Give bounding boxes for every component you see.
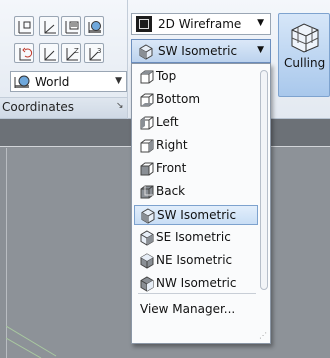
ucs-icon[interactable] xyxy=(14,16,34,36)
view-item-se-isometric[interactable]: SE Isometric xyxy=(134,228,258,248)
wireframe-cube-icon xyxy=(291,23,319,53)
view-item-right[interactable]: Right xyxy=(134,136,258,156)
svg-text:Z: Z xyxy=(74,47,79,55)
left-view-icon xyxy=(140,116,154,130)
view-item-label: Top xyxy=(156,69,177,83)
dropdown-scrollbar[interactable] xyxy=(260,70,268,290)
ucs-x-icon[interactable] xyxy=(39,43,59,63)
top-view-icon xyxy=(140,70,154,84)
view-combo[interactable]: SW Isometric ▼ xyxy=(131,39,271,63)
chevron-down-icon: ▼ xyxy=(257,18,264,28)
chevron-down-icon: ▼ xyxy=(115,76,122,86)
view-dropdown: Top Bottom Left Right Front Back SW Isom… xyxy=(131,63,271,344)
visual-style-value: 2D Wireframe xyxy=(158,17,242,31)
ucs-combo-value: World xyxy=(35,75,70,89)
ucs-origin-icon[interactable] xyxy=(39,16,59,36)
view-item-sw-isometric[interactable]: SW Isometric xyxy=(134,205,258,225)
view-item-bottom[interactable]: Bottom xyxy=(134,90,258,110)
se-isometric-icon xyxy=(140,230,154,246)
ucs-previous-icon[interactable] xyxy=(14,43,34,63)
view-item-label: SW Isometric xyxy=(157,208,237,222)
view-combo-value: SW Isometric xyxy=(158,44,238,58)
front-view-icon xyxy=(140,162,154,176)
sw-isometric-icon xyxy=(139,44,153,60)
view-manager-item[interactable]: View Manager... xyxy=(134,300,258,320)
view-item-front[interactable]: Front xyxy=(134,159,258,179)
culling-button[interactable]: Culling xyxy=(278,13,330,97)
sw-isometric-icon xyxy=(141,208,155,224)
culling-label: Culling xyxy=(284,56,326,70)
bottom-view-icon xyxy=(140,93,154,107)
panel-title: Coordinates xyxy=(2,100,75,114)
view-item-nw-isometric[interactable]: NW Isometric xyxy=(134,274,258,294)
svg-text:3: 3 xyxy=(97,47,101,55)
menu-separator xyxy=(138,293,256,294)
back-view-icon xyxy=(140,185,154,199)
view-item-label: Right xyxy=(156,138,188,152)
ucs-named-icon[interactable] xyxy=(61,16,81,36)
ne-isometric-icon xyxy=(140,253,154,269)
view-item-label: SE Isometric xyxy=(156,230,231,244)
visual-style-combo[interactable]: 2D Wireframe ▼ xyxy=(131,13,271,35)
right-view-icon xyxy=(140,139,154,153)
view-item-back[interactable]: Back xyxy=(134,182,258,202)
ucs-view-icon[interactable] xyxy=(84,16,104,36)
visual-style-swatch-icon xyxy=(136,16,152,32)
view-item-label: Bottom xyxy=(156,92,201,106)
ucs-z-axis-icon[interactable]: Z xyxy=(61,43,81,63)
ucs-combo[interactable]: World ▼ xyxy=(10,71,127,92)
view-item-left[interactable]: Left xyxy=(134,113,258,133)
view-manager-label: View Manager... xyxy=(140,302,236,316)
panel-launcher-arrow-icon[interactable]: ↘ xyxy=(116,101,124,111)
ucs-3point-icon[interactable]: 3 xyxy=(84,43,104,63)
world-ucs-icon xyxy=(14,75,30,88)
view-item-top[interactable]: Top xyxy=(134,67,258,87)
view-item-label: NE Isometric xyxy=(156,253,233,267)
resize-grip-icon[interactable]: ⋰ xyxy=(259,331,267,340)
nw-isometric-icon xyxy=(140,276,154,292)
view-item-label: Back xyxy=(156,184,186,198)
view-item-label: Front xyxy=(156,161,187,175)
view-item-label: Left xyxy=(156,115,179,129)
grid-lines xyxy=(6,325,57,358)
chevron-down-icon: ▼ xyxy=(257,45,264,55)
panel-separator xyxy=(127,0,128,119)
view-item-label: NW Isometric xyxy=(156,276,237,290)
view-item-ne-isometric[interactable]: NE Isometric xyxy=(134,251,258,271)
